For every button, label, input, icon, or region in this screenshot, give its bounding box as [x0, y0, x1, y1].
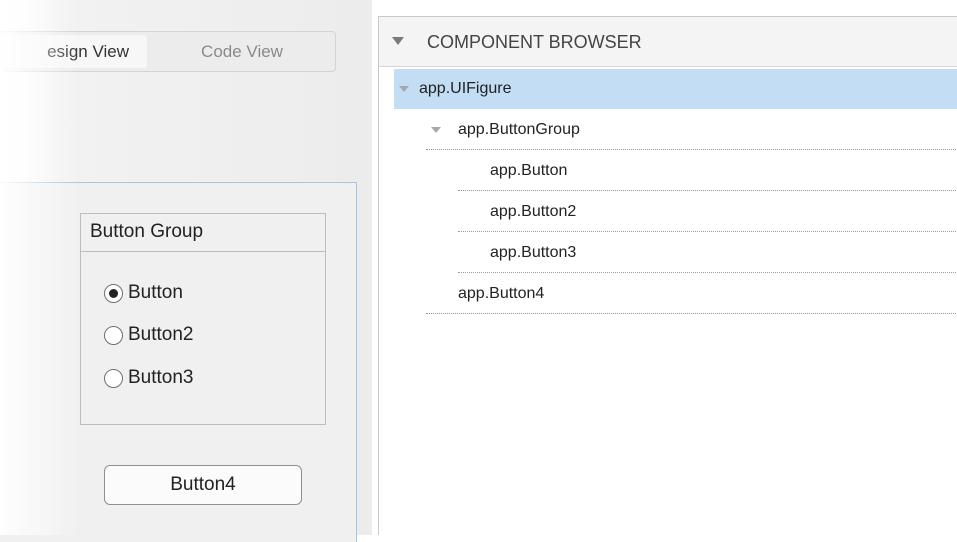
radio-button-3[interactable]: Button3 [104, 365, 194, 391]
radio-unchecked-icon [104, 368, 123, 388]
collapse-arrow-icon[interactable] [392, 37, 404, 45]
component-browser-header[interactable]: COMPONENT BROWSER [379, 17, 957, 67]
tree-node-label: app.ButtonGroup [458, 121, 580, 138]
tree-node-label: app.Button4 [458, 285, 545, 302]
tree-node-button[interactable]: app.Button [458, 151, 957, 191]
radio-label: Button2 [128, 324, 194, 345]
tree-node-label: app.Button2 [490, 203, 577, 220]
tree-node-uifigure[interactable]: app.UIFigure [394, 69, 957, 109]
component-browser-title: COMPONENT BROWSER [427, 32, 642, 52]
button-group[interactable]: Button Group Button Button2 Button3 [80, 213, 326, 425]
tree-node-buttongroup[interactable]: app.ButtonGroup [426, 110, 957, 150]
radio-checked-icon [104, 283, 123, 303]
tree-node-label: app.Button [490, 162, 568, 179]
button-group-title: Button Group [81, 214, 325, 252]
radio-unchecked-icon [104, 325, 123, 345]
tree-node-button3[interactable]: app.Button3 [458, 233, 957, 273]
radio-label: Button3 [128, 367, 194, 388]
button4-push-button[interactable]: Button4 [104, 465, 302, 505]
expand-arrow-icon[interactable] [399, 86, 409, 92]
tree-node-button2[interactable]: app.Button2 [458, 192, 957, 232]
code-view-tab[interactable]: Code View [157, 35, 327, 68]
radio-label: Button [128, 282, 183, 303]
radio-button-1[interactable]: Button [104, 280, 183, 306]
design-view-tab[interactable]: esign View [0, 35, 147, 68]
tree-node-button4[interactable]: app.Button4 [426, 274, 957, 314]
tree-node-label: app.Button3 [490, 244, 577, 261]
expand-arrow-icon[interactable] [431, 127, 441, 133]
design-panel: esign View Code View Button Group Button… [0, 0, 372, 542]
view-toggle: esign View Code View [0, 31, 336, 72]
tree-node-label: app.UIFigure [419, 80, 512, 97]
radio-button-2[interactable]: Button2 [104, 322, 194, 348]
component-browser: COMPONENT BROWSER app.UIFigure app.Butto… [378, 16, 957, 535]
